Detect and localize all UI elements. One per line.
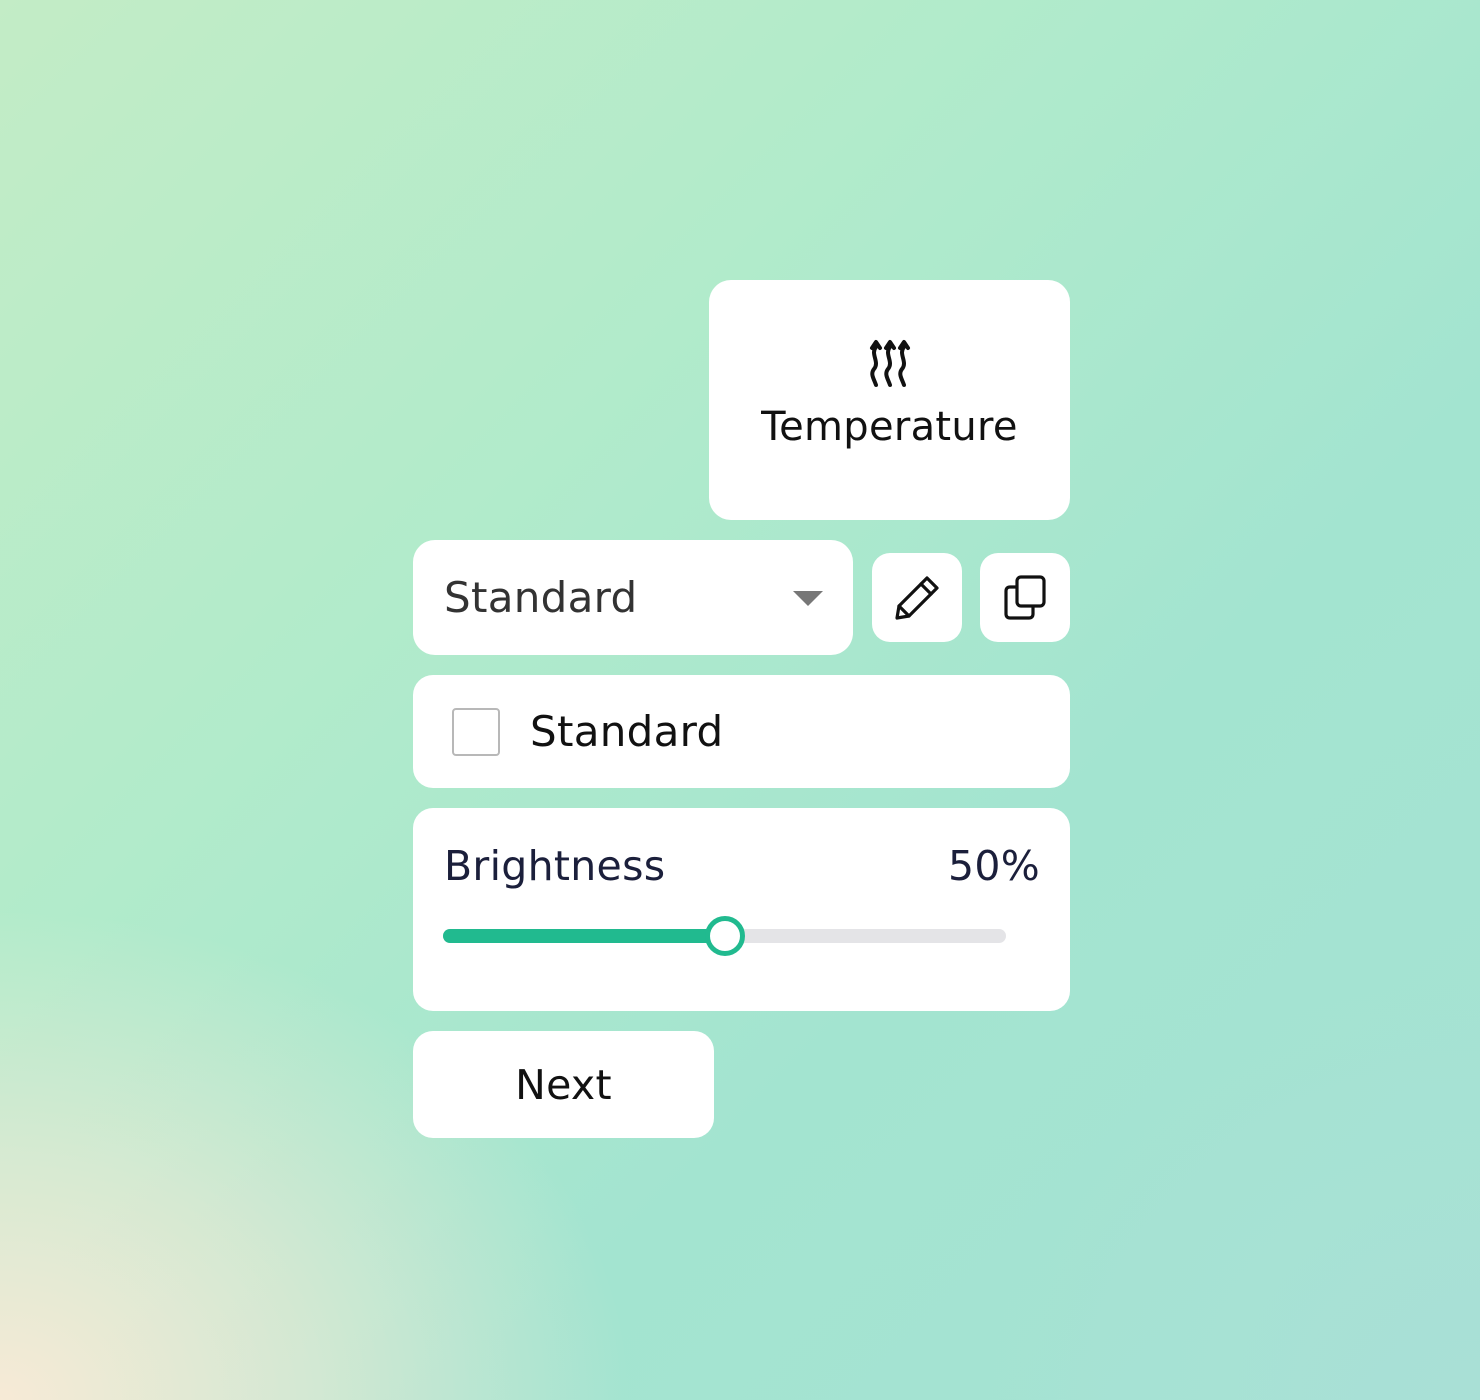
brightness-card: Brightness 50% xyxy=(413,808,1070,1011)
brightness-slider-track[interactable] xyxy=(443,916,1006,956)
preset-dropdown-value: Standard xyxy=(444,573,638,622)
next-button-label: Next xyxy=(515,1060,612,1109)
preset-dropdown[interactable]: Standard xyxy=(413,540,853,655)
caret-down-icon xyxy=(793,591,823,606)
copy-button[interactable] xyxy=(980,553,1070,642)
standard-checkbox-row[interactable]: Standard xyxy=(413,675,1070,788)
pencil-icon xyxy=(895,575,939,620)
brightness-value: 50% xyxy=(947,842,1040,890)
edit-button[interactable] xyxy=(872,553,962,642)
brightness-label: Brightness xyxy=(444,842,666,890)
temperature-tile[interactable]: Temperature xyxy=(709,280,1070,520)
temperature-label: Temperature xyxy=(761,404,1018,450)
standard-checkbox[interactable] xyxy=(452,707,500,756)
standard-checkbox-label: Standard xyxy=(530,707,724,756)
next-button[interactable]: Next xyxy=(413,1031,714,1138)
heat-waves-icon xyxy=(869,340,910,387)
brightness-slider-thumb[interactable] xyxy=(704,916,745,956)
brightness-slider-fill xyxy=(443,929,725,943)
copy-icon xyxy=(1004,574,1046,620)
